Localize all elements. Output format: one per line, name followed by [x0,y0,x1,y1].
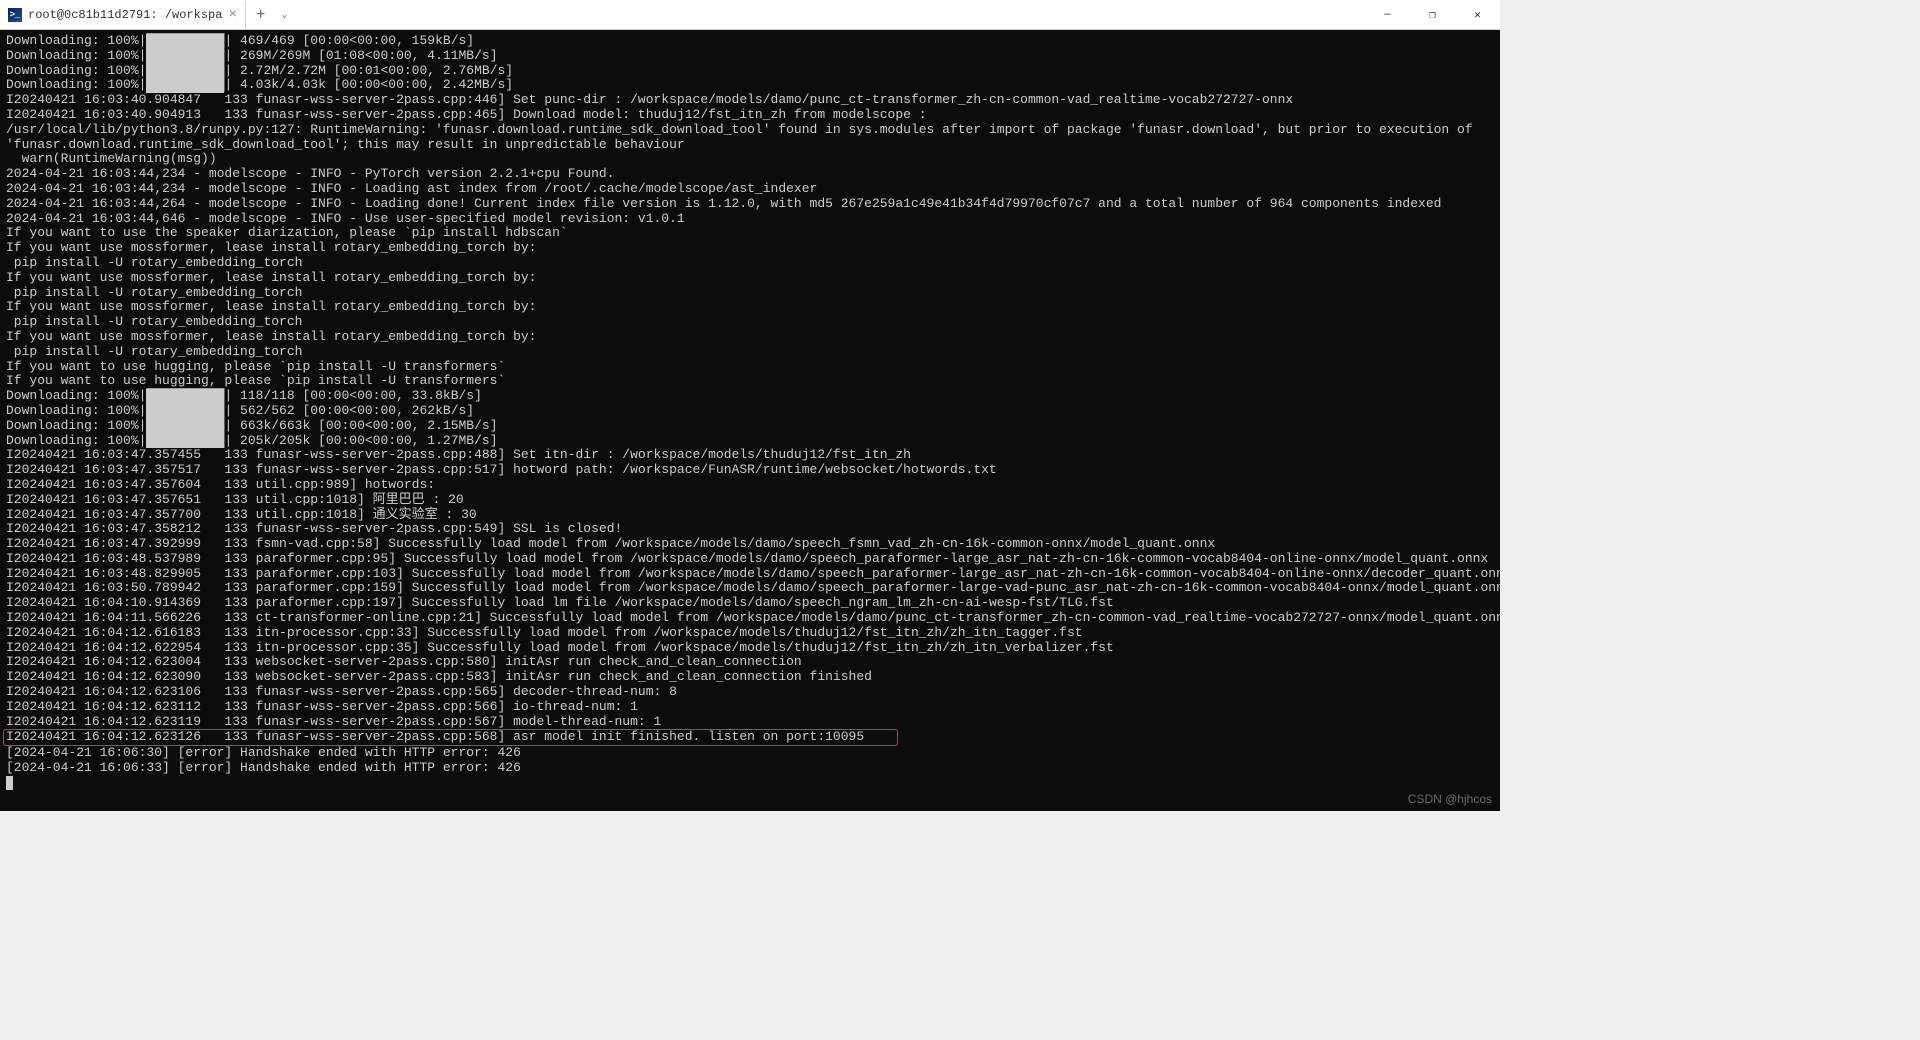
terminal-cursor [6,776,13,790]
log-line: If you want to use hugging, please `pip … [6,373,505,388]
dl-line: Downloading: 100%|██████████| 205k/205k … [6,433,498,448]
log-line: I20240421 16:03:47.357651 133 util.cpp:1… [6,492,464,507]
log-line: I20240421 16:04:12.616183 133 itn-proces… [6,625,1083,640]
log-line: If you want to use hugging, please `pip … [6,359,505,374]
dl-line: Downloading: 100%|██████████| 4.03k/4.03… [6,77,513,92]
log-line: I20240421 16:03:47.392999 133 fsmn-vad.c… [6,536,1215,551]
log-line: If you want use mossformer, lease instal… [6,299,537,314]
log-line: I20240421 16:03:47.357517 133 funasr-wss… [6,462,997,477]
tab-terminal[interactable]: >_ root@0c81b11d2791: /workspa × [0,1,246,29]
new-tab-button[interactable]: + [246,6,276,24]
log-line: warn(RuntimeWarning(msg)) [6,151,217,166]
progress-bar: ██████████ [146,419,224,434]
log-line: 2024-04-21 16:03:44,646 - modelscope - I… [6,211,685,226]
dl-line: Downloading: 100%|██████████| 269M/269M … [6,48,498,63]
log-line: I20240421 16:04:10.914369 133 paraformer… [6,595,1114,610]
log-line: I20240421 16:03:47.357700 133 util.cpp:1… [6,507,477,522]
log-line: I20240421 16:03:48.829905 133 paraformer… [6,566,1500,581]
progress-bar: ██████████ [146,434,224,449]
log-line: I20240421 16:04:12.623106 133 funasr-wss… [6,684,677,699]
dl-line: Downloading: 100%|██████████| 2.72M/2.72… [6,63,513,78]
log-line: [2024-04-21 16:06:33] [error] Handshake … [6,760,521,775]
dl-line: Downloading: 100%|██████████| 562/562 [0… [6,403,474,418]
log-line: pip install -U rotary_embedding_torch [6,255,302,270]
log-line: /usr/local/lib/python3.8/runpy.py:127: R… [6,123,1494,153]
log-line: I20240421 16:03:47.357455 133 funasr-wss… [6,447,911,462]
log-line: If you want to use the speaker diarizati… [6,225,568,240]
log-line: I20240421 16:03:48.537989 133 paraformer… [6,551,1488,566]
terminal-output[interactable]: Downloading: 100%|██████████| 469/469 [0… [0,30,1500,811]
progress-bar: ██████████ [146,34,224,49]
log-line: If you want use mossformer, lease instal… [6,270,537,285]
log-line: I20240421 16:04:11.566226 133 ct-transfo… [6,610,1500,625]
tab-dropdown-icon[interactable]: ⌄ [275,9,293,21]
log-line: I20240421 16:03:50.789942 133 paraformer… [6,580,1500,595]
progress-bar: ██████████ [146,49,224,64]
tab-title: root@0c81b11d2791: /workspa [28,8,222,22]
close-button[interactable]: ✕ [1455,0,1500,30]
log-line: If you want use mossformer, lease instal… [6,240,537,255]
log-line: I20240421 16:03:47.358212 133 funasr-wss… [6,521,622,536]
dl-line: Downloading: 100%|██████████| 663k/663k … [6,418,498,433]
log-line: pip install -U rotary_embedding_torch [6,314,302,329]
progress-bar: ██████████ [146,78,224,93]
powershell-icon: >_ [8,8,22,22]
log-line: I20240421 16:04:12.623090 133 websocket-… [6,669,872,684]
log-line: I20240421 16:03:40.904913 133 funasr-wss… [6,107,927,122]
log-line: I20240421 16:04:12.623112 133 funasr-wss… [6,699,638,714]
log-line: pip install -U rotary_embedding_torch [6,344,302,359]
maximize-button[interactable]: ❐ [1410,0,1455,30]
log-line: I20240421 16:04:12.622954 133 itn-proces… [6,640,1114,655]
dl-line: Downloading: 100%|██████████| 118/118 [0… [6,388,482,403]
log-line: If you want use mossformer, lease instal… [6,329,537,344]
log-line: 2024-04-21 16:03:44,264 - modelscope - I… [6,196,1441,211]
dl-line: Downloading: 100%|██████████| 469/469 [0… [6,33,474,48]
titlebar: >_ root@0c81b11d2791: /workspa × + ⌄ — ❐… [0,0,1500,30]
log-line: pip install -U rotary_embedding_torch [6,285,302,300]
log-line: I20240421 16:03:40.904847 133 funasr-wss… [6,92,1293,107]
progress-bar: ██████████ [146,404,224,419]
log-line: I20240421 16:04:12.623004 133 websocket-… [6,654,802,669]
log-line: 2024-04-21 16:03:44,234 - modelscope - I… [6,181,817,196]
progress-bar: ██████████ [146,64,224,79]
log-line: [2024-04-21 16:06:30] [error] Handshake … [6,745,521,760]
log-line: I20240421 16:04:12.623119 133 funasr-wss… [6,714,661,729]
log-line: 2024-04-21 16:03:44,234 - modelscope - I… [6,166,615,181]
minimize-button[interactable]: — [1365,0,1410,30]
window-controls: — ❐ ✕ [1365,0,1500,30]
highlighted-log-line: I20240421 16:04:12.623126 133 funasr-wss… [3,729,898,746]
progress-bar: ██████████ [146,389,224,404]
log-line: I20240421 16:03:47.357604 133 util.cpp:9… [6,477,435,492]
watermark: CSDN @hjhcos [1408,792,1492,807]
tab-close-icon[interactable]: × [228,7,236,23]
